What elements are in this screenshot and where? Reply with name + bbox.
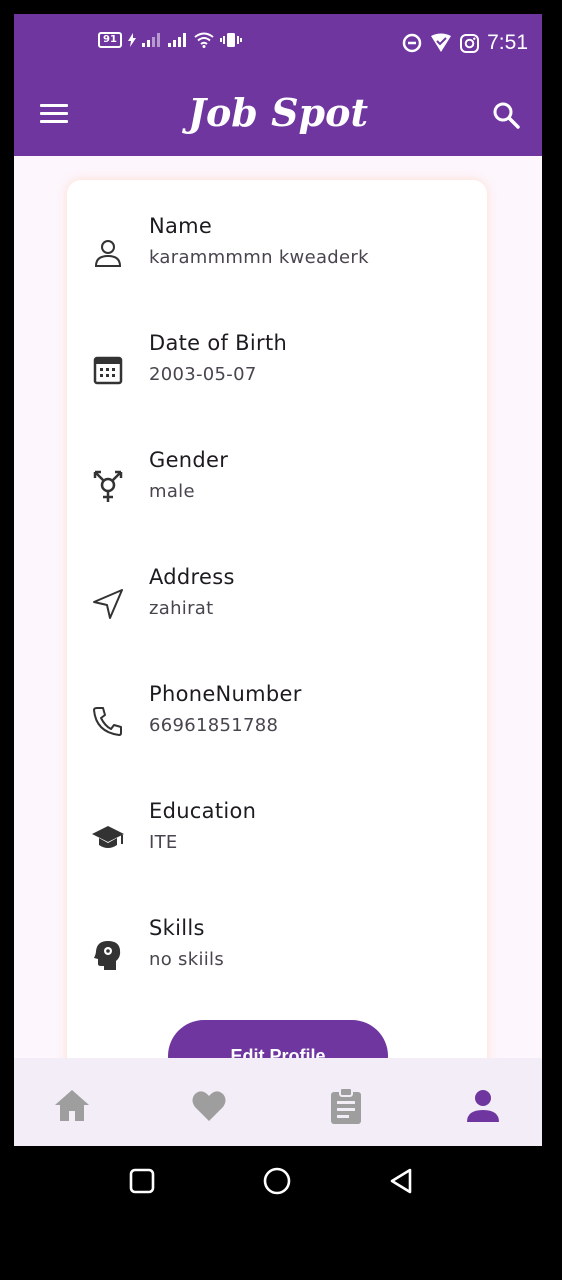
status-left: 91 (98, 32, 242, 48)
system-navigation-bar (0, 1146, 562, 1216)
profile-field-address: Address zahirat (67, 565, 487, 682)
bottom-navigation (14, 1058, 542, 1146)
field-label: Gender (149, 448, 229, 472)
field-value: 2003-05-07 (149, 364, 257, 385)
person-icon[interactable] (463, 1086, 503, 1126)
signal-icon (141, 33, 160, 47)
field-value: zahirat (149, 598, 214, 619)
profile-field-phone: PhoneNumber 66961851788 (67, 682, 487, 799)
head-gear-icon (94, 941, 121, 970)
calendar-icon (93, 356, 123, 385)
field-label: Education (149, 799, 257, 823)
search-icon[interactable] (492, 101, 520, 129)
signal-icon (167, 33, 186, 47)
profile-card: Name karammmmn kweaderk Date of Birth 20… (67, 180, 487, 1100)
clipboard-icon[interactable] (326, 1086, 366, 1126)
back-icon[interactable] (388, 1167, 416, 1195)
field-label: Name (149, 214, 213, 238)
instagram-icon (460, 33, 480, 53)
vibrate-icon (219, 33, 242, 47)
gender-icon (93, 470, 123, 502)
field-label: Skills (149, 916, 205, 940)
navigation-arrow-icon (93, 589, 123, 619)
field-value: karammmmn kweaderk (149, 247, 369, 268)
field-value: ITE (149, 832, 178, 853)
charging-icon (127, 33, 136, 47)
profile-field-education: Education ITE (67, 799, 487, 916)
field-label: Address (149, 565, 235, 589)
field-value: no skiils (149, 949, 225, 970)
status-right: 7:51 (402, 31, 528, 55)
profile-field-gender: Gender male (67, 448, 487, 565)
battery-icon: 91 (98, 32, 122, 48)
profile-field-date-of-birth: Date of Birth 2003-05-07 (67, 331, 487, 448)
wifi-icon (194, 32, 214, 48)
person-icon (94, 240, 122, 267)
phone-icon (93, 707, 122, 736)
app-bar: Job Spot (14, 74, 542, 156)
field-label: PhoneNumber (149, 682, 302, 706)
home-icon[interactable] (52, 1086, 92, 1126)
app-screen: 91 7:51 Job Spot Name karammmmn kweaderk… (14, 14, 542, 1146)
status-time: 7:51 (487, 31, 528, 54)
home-circle-icon[interactable] (262, 1166, 292, 1196)
data-saver-icon (402, 33, 422, 53)
field-label: Date of Birth (149, 331, 288, 355)
vpn-icon (431, 33, 452, 52)
profile-field-skills: Skills no skiils (67, 916, 487, 1033)
field-value: 66961851788 (149, 715, 279, 736)
field-value: male (149, 481, 195, 502)
status-bar: 91 7:51 (14, 14, 542, 74)
heart-icon[interactable] (189, 1086, 229, 1126)
graduation-cap-icon (92, 826, 124, 848)
recents-icon[interactable] (129, 1168, 155, 1194)
profile-field-name: Name karammmmn kweaderk (67, 214, 487, 331)
app-title: Job Spot (187, 90, 369, 135)
